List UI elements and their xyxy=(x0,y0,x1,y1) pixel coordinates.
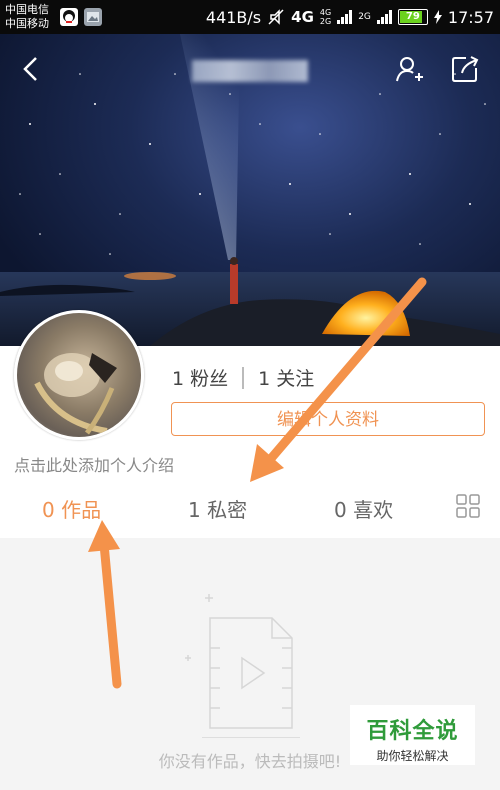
charging-icon xyxy=(433,10,442,24)
clock: 17:57 xyxy=(447,7,494,27)
baike-watermark: 百科全说 助你轻松解决 xyxy=(350,705,475,765)
status-bar: 中国电信 中国移动 441B/s 4G 4G 2G 2G 79 17:57 xyxy=(0,0,500,34)
sim-types: 4G 2G xyxy=(319,8,332,26)
net-speed: 441B/s xyxy=(205,7,262,27)
fans-count[interactable]: 1 粉丝 xyxy=(172,364,228,391)
avatar-photo xyxy=(34,353,117,435)
bio-placeholder[interactable]: 点击此处添加个人介绍 xyxy=(14,452,174,476)
signal-icon xyxy=(337,10,353,24)
carrier-1: 中国电信 xyxy=(5,3,49,16)
edit-profile-button[interactable]: 编辑个人资料 xyxy=(171,402,485,436)
sim3-type: 2G xyxy=(358,12,371,22)
share-icon[interactable] xyxy=(450,54,480,84)
gallery-notification-icon xyxy=(84,8,102,26)
tab-likes[interactable]: 0 喜欢 xyxy=(334,494,393,523)
stats-divider xyxy=(242,366,245,389)
cover-photo[interactable] xyxy=(0,34,500,346)
tab-works[interactable]: 0 作品 xyxy=(42,494,101,523)
watermark-title: 百科全说 xyxy=(366,719,459,744)
add-friend-icon[interactable] xyxy=(394,54,424,84)
avatar[interactable] xyxy=(14,310,144,440)
status-indicators: 441B/s 4G 4G 2G 2G 79 17:57 xyxy=(206,6,494,28)
qq-notification-icon xyxy=(60,8,78,26)
username-title-blurred xyxy=(192,60,308,82)
network-type: 4G xyxy=(291,8,314,26)
mute-icon xyxy=(268,9,284,25)
battery-icon: 79 xyxy=(397,9,428,25)
tab-private[interactable]: 1 私密 xyxy=(188,494,247,523)
follow-stats: 1 粉丝 1 关注 xyxy=(172,364,314,391)
carrier-2: 中国移动 xyxy=(5,17,49,30)
content-tabs: 0 作品 1 私密 0 喜欢 xyxy=(0,486,500,532)
following-count[interactable]: 1 关注 xyxy=(258,364,314,391)
empty-video-icon xyxy=(185,594,300,738)
grid-view-icon[interactable] xyxy=(456,494,480,518)
back-arrow-icon[interactable] xyxy=(16,54,46,84)
carrier-labels: 中国电信 中国移动 xyxy=(5,3,49,31)
signal-2-icon xyxy=(376,10,392,24)
watermark-subtitle: 助你轻松解决 xyxy=(376,749,449,763)
